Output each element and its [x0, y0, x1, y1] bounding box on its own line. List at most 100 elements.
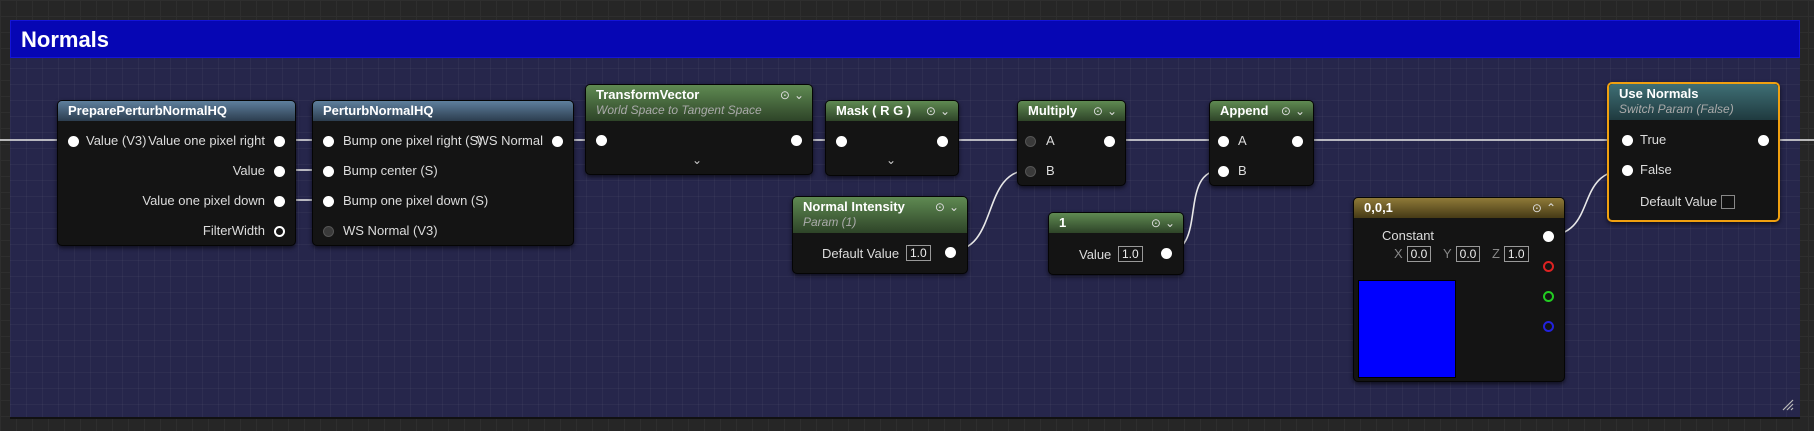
pin-label: A	[1046, 133, 1055, 148]
input-pin-a[interactable]	[1025, 136, 1036, 147]
pin-label: Bump one pixel right (S)	[343, 133, 483, 148]
z-field[interactable]: 1.0	[1503, 246, 1529, 262]
collapse-chevron-icon[interactable]: ⌄	[949, 200, 959, 214]
node-multiply[interactable]: Multiply ⊙ ⌄ A B	[1017, 100, 1126, 186]
value-field-wrap: 1.0	[1114, 246, 1143, 262]
output-pin-value[interactable]	[274, 166, 285, 177]
value-field-wrap: 1.0	[902, 245, 931, 261]
input-pin-ws-normal-v3[interactable]	[323, 226, 334, 237]
constant-label: Constant	[1382, 228, 1435, 243]
pin-label: Value (V3)	[86, 133, 147, 148]
value-label: Value	[1079, 247, 1112, 262]
default-value-field[interactable]: 1.0	[906, 245, 931, 261]
pin-label: WS Normal	[476, 133, 543, 148]
input-pin-bump-right[interactable]	[323, 136, 334, 147]
output-pin[interactable]	[1292, 136, 1303, 147]
preview-toggle-icon[interactable]: ⊙	[926, 104, 936, 118]
expand-chevron-icon[interactable]: ⌄	[692, 153, 702, 167]
default-value-label: Default Value	[1640, 194, 1718, 209]
preview-toggle-icon[interactable]: ⊙	[1093, 104, 1103, 118]
collapse-chevron-icon[interactable]: ⌄	[1295, 104, 1305, 118]
output-pin[interactable]	[1161, 248, 1172, 259]
input-pin-a[interactable]	[1218, 136, 1229, 147]
node-title: TransformVector	[596, 87, 700, 102]
collapse-chevron-icon[interactable]: ⌃	[1546, 201, 1556, 215]
node-title: Multiply	[1028, 103, 1078, 118]
preview-toggle-icon[interactable]: ⊙	[1151, 216, 1161, 230]
output-pin[interactable]	[791, 135, 802, 146]
pin-label: A	[1238, 133, 1247, 148]
value-field[interactable]: 1.0	[1118, 246, 1143, 262]
node-title: 0,0,1	[1364, 200, 1393, 215]
input-pin[interactable]	[596, 135, 607, 146]
output-pin-value-one-pixel-right[interactable]	[274, 136, 285, 147]
x-field[interactable]: 0.0	[1406, 246, 1432, 262]
expand-chevron-icon[interactable]: ⌄	[886, 153, 896, 167]
color-preview-swatch	[1358, 280, 1456, 378]
pin-label: WS Normal (V3)	[343, 223, 438, 238]
collapse-chevron-icon[interactable]: ⌄	[1165, 216, 1175, 230]
y-label: Y	[1442, 246, 1452, 261]
output-pin-filterwidth[interactable]	[274, 226, 285, 237]
pin-label: Value one pixel down	[142, 193, 265, 208]
output-pin-ws-normal[interactable]	[552, 136, 563, 147]
node-subtitle: Switch Param (False)	[1619, 102, 1734, 116]
input-pin-b[interactable]	[1025, 166, 1036, 177]
preview-toggle-icon[interactable]: ⊙	[1532, 201, 1542, 215]
node-title: Mask ( R G )	[836, 103, 912, 118]
pin-label: B	[1238, 163, 1247, 178]
preview-toggle-icon[interactable]: ⊙	[1281, 104, 1291, 118]
output-pin-g[interactable]	[1543, 291, 1554, 302]
node-append[interactable]: Append ⊙ ⌄ A B	[1209, 100, 1314, 186]
pin-label: Value one pixel right	[148, 133, 265, 148]
node-perturb-normal-hq[interactable]: PerturbNormalHQ Bump one pixel right (S)…	[312, 100, 574, 246]
default-value-label: Default Value	[822, 246, 900, 261]
pin-label: Value	[232, 163, 265, 178]
output-pin-r[interactable]	[1543, 261, 1554, 272]
input-pin-b[interactable]	[1218, 166, 1229, 177]
output-pin-b[interactable]	[1543, 321, 1554, 332]
input-pin-true[interactable]	[1622, 135, 1633, 146]
output-pin[interactable]	[1758, 135, 1769, 146]
collapse-chevron-icon[interactable]: ⌄	[794, 88, 804, 102]
node-title: Append	[1220, 103, 1269, 118]
node-title: Use Normals	[1619, 86, 1699, 101]
node-constant-1[interactable]: 1 ⊙ ⌄ Value 1.0	[1048, 212, 1184, 275]
input-pin-bump-center[interactable]	[323, 166, 334, 177]
output-pin[interactable]	[945, 247, 956, 258]
node-use-normals[interactable]: Use Normals Switch Param (False) True Fa…	[1607, 82, 1780, 222]
y-field[interactable]: 0.0	[1455, 246, 1481, 262]
collapse-chevron-icon[interactable]: ⌄	[940, 104, 950, 118]
node-constant-vector-001[interactable]: 0,0,1 ⊙ ⌃ Constant X 0.0 Y 0.0 Z 1.0	[1353, 197, 1565, 382]
input-pin-bump-down[interactable]	[323, 196, 334, 207]
input-pin-false[interactable]	[1622, 165, 1633, 176]
node-mask-rg[interactable]: Mask ( R G ) ⊙ ⌄ ⌄	[825, 100, 959, 176]
output-pin-constant[interactable]	[1543, 231, 1554, 242]
node-title: PreparePerturbNormalHQ	[68, 103, 227, 118]
x-label: X	[1394, 246, 1403, 261]
material-graph-canvas[interactable]: Normals PreparePerturbNormalHQ Value (V3…	[0, 0, 1814, 431]
output-pin-value-one-pixel-down[interactable]	[274, 196, 285, 207]
pin-label: B	[1046, 163, 1055, 178]
pin-label: Bump one pixel down (S)	[343, 193, 489, 208]
collapse-chevron-icon[interactable]: ⌄	[1107, 104, 1117, 118]
node-title: 1	[1059, 215, 1067, 230]
node-prepare-perturb-normal-hq[interactable]: PreparePerturbNormalHQ Value (V3) Value …	[57, 100, 296, 246]
input-pin[interactable]	[836, 136, 847, 147]
node-normal-intensity[interactable]: Normal Intensity Param (1) ⊙ ⌄ Default Va…	[792, 196, 968, 274]
preview-toggle-icon[interactable]: ⊙	[780, 88, 790, 102]
pin-label: False	[1640, 162, 1672, 177]
pin-label: Bump center (S)	[343, 163, 438, 178]
pin-label: FilterWidth	[202, 223, 265, 238]
node-subtitle: World Space to Tangent Space	[596, 103, 762, 117]
node-subtitle: Param (1)	[803, 215, 857, 229]
input-pin-value-v3[interactable]	[68, 136, 79, 147]
default-value-checkbox[interactable]	[1721, 195, 1735, 209]
preview-toggle-icon[interactable]: ⊙	[935, 200, 945, 214]
node-transform-vector[interactable]: TransformVector World Space to Tangent S…	[585, 84, 813, 175]
pin-label: True	[1640, 132, 1667, 147]
output-pin[interactable]	[937, 136, 948, 147]
z-label: Z	[1491, 246, 1500, 261]
node-title: PerturbNormalHQ	[323, 103, 434, 118]
output-pin[interactable]	[1104, 136, 1115, 147]
